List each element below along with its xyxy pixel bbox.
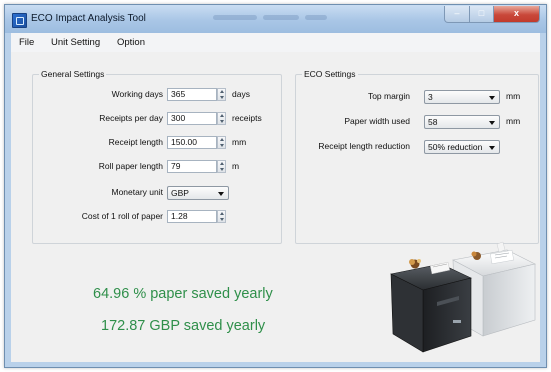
receipts-per-day-spinner[interactable] [217,112,226,125]
working-days-spinner[interactable] [217,88,226,101]
monetary-unit-value: GBP [171,188,189,198]
receipt-length-unit: mm [232,137,247,147]
paper-width-unit: mm [506,116,521,126]
cost-per-roll-input[interactable]: 1.28 [167,210,217,223]
eco-settings-title: ECO Settings [302,69,358,79]
cost-per-roll-spinner[interactable] [217,210,226,223]
working-days-input[interactable]: 365 [167,88,217,101]
menu-unit-setting[interactable]: Unit Setting [51,37,100,48]
blurred-title-text [263,15,299,20]
top-margin-select[interactable]: 3 [424,90,500,104]
receipts-per-day-unit: receipts [232,113,262,123]
receipts-per-day-input[interactable]: 300 [167,112,217,125]
receipt-reduction-value: 50% reduction [428,142,483,152]
paper-saved-result: 64.96 % paper saved yearly [93,286,273,302]
top-margin-label: Top margin [367,91,410,101]
receipt-reduction-label: Receipt length reduction [318,141,410,151]
menu-option[interactable]: Option [117,37,145,48]
minimize-button[interactable]: – [444,6,470,23]
cost-per-roll-label: Cost of 1 roll of paper [81,211,163,221]
monetary-unit-select[interactable]: GBP [167,186,229,200]
eco-settings-group: ECO Settings Top margin 3 mm Paper width… [295,69,539,244]
maximize-button[interactable]: □ [469,6,494,23]
window-title: ECO Impact Analysis Tool [31,13,146,24]
receipt-length-spinner[interactable] [217,136,226,149]
paper-width-label: Paper width used [344,116,410,126]
paper-width-value: 58 [428,117,438,127]
receipt-length-label: Receipt length [108,137,163,147]
printer-icon [390,241,536,353]
top-margin-value: 3 [428,92,433,102]
printer-illustration [379,240,539,358]
app-icon [12,13,27,28]
black-printer [390,259,472,353]
menu-file[interactable]: File [19,37,34,48]
receipt-length-input[interactable]: 150.00 [167,136,217,149]
receipts-per-day-label: Receipts per day [99,113,163,123]
receipt-reduction-select[interactable]: 50% reduction [424,140,500,154]
main-panel: General Settings Working days 365 days R… [11,52,540,362]
monetary-unit-label: Monetary unit [111,187,164,197]
blurred-title-text [305,15,327,20]
chevron-down-icon [489,121,495,125]
roll-paper-length-unit: m [232,161,240,171]
paper-width-select[interactable]: 58 [424,115,500,129]
roll-paper-length-label: Roll paper length [98,161,163,171]
money-saved-result: 172.87 GBP saved yearly [101,318,266,334]
title-bar[interactable]: ECO Impact Analysis Tool – □ x [5,5,546,33]
general-settings-title: General Settings [39,69,107,79]
roll-paper-length-input[interactable]: 79 [167,160,217,173]
app-window: ECO Impact Analysis Tool – □ x File Unit… [4,4,547,368]
chevron-down-icon [218,192,224,196]
blurred-title-text [213,15,257,20]
roll-paper-length-spinner[interactable] [217,160,226,173]
top-margin-unit: mm [506,91,521,101]
working-days-unit: days [232,89,250,99]
close-button[interactable]: x [493,6,540,23]
chevron-down-icon [489,96,495,100]
chevron-down-icon [489,146,495,150]
menu-bar: File Unit Setting Option [11,33,540,52]
general-settings-group: General Settings Working days 365 days R… [32,69,282,244]
working-days-label: Working days [111,89,163,99]
